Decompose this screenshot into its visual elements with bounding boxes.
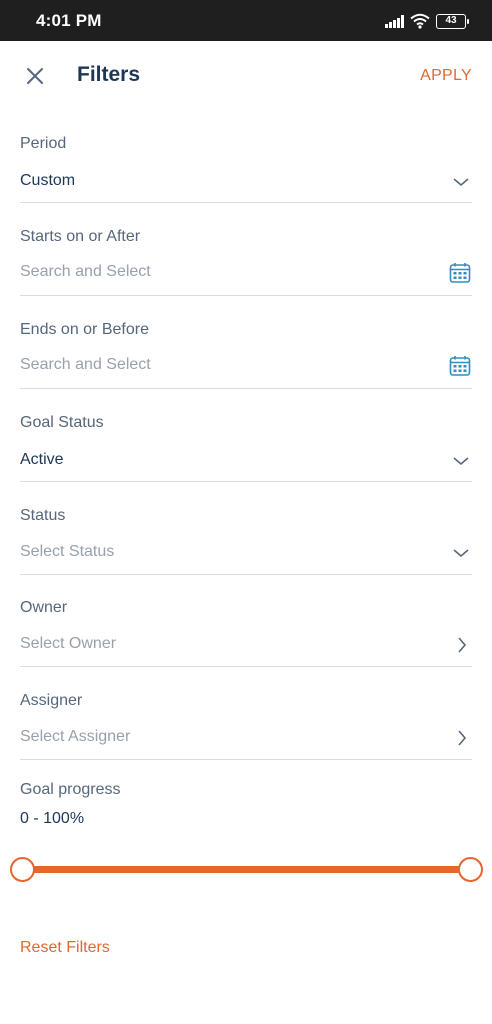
- owner-placeholder: Select Owner: [20, 635, 117, 652]
- page-title: Filters: [77, 63, 141, 86]
- slider-min-handle[interactable]: [10, 857, 35, 882]
- calendar-icon[interactable]: [449, 262, 471, 284]
- starts-placeholder: Search and Select: [20, 263, 151, 280]
- goal-progress-slider-track[interactable]: [22, 866, 471, 873]
- chevron-right-icon: [458, 637, 467, 653]
- starts-on-or-after-field[interactable]: Starts on or After Search and Select: [20, 225, 472, 296]
- assigner-placeholder: Select Assigner: [20, 728, 131, 745]
- chevron-right-icon: [458, 730, 467, 746]
- ends-label: Ends on or Before: [20, 321, 149, 338]
- chevron-down-icon: [453, 549, 469, 558]
- status-icons: 43: [385, 12, 469, 30]
- slider-max-handle[interactable]: [458, 857, 483, 882]
- status-field[interactable]: Status Select Status: [20, 504, 472, 575]
- ends-placeholder: Search and Select: [20, 356, 151, 373]
- close-icon: [27, 68, 43, 84]
- period-field[interactable]: Period Custom: [20, 132, 472, 203]
- period-label: Period: [20, 135, 67, 152]
- wifi-icon: [410, 13, 430, 29]
- chevron-down-icon: [453, 457, 469, 466]
- goal-progress-value: 0 - 100%: [20, 810, 85, 827]
- status-time: 4:01 PM: [36, 11, 102, 30]
- header: Filters APPLY: [0, 41, 492, 113]
- chevron-down-icon: [453, 178, 469, 187]
- battery-icon: 43: [436, 13, 469, 29]
- status-bar: 4:01 PM 43: [0, 0, 492, 41]
- goal-status-field[interactable]: Goal Status Active: [20, 411, 472, 482]
- status-placeholder: Select Status: [20, 543, 115, 560]
- ends-on-or-before-field[interactable]: Ends on or Before Search and Select: [20, 318, 472, 389]
- status-label: Status: [20, 507, 66, 524]
- owner-label: Owner: [20, 599, 68, 616]
- apply-button[interactable]: APPLY: [420, 67, 472, 85]
- goal-progress-label: Goal progress: [20, 781, 121, 798]
- period-value: Custom: [20, 172, 76, 189]
- reset-filters-button[interactable]: Reset Filters: [20, 939, 110, 957]
- goal-status-label: Goal Status: [20, 414, 104, 431]
- goal-status-value: Active: [20, 451, 64, 468]
- starts-label: Starts on or After: [20, 228, 141, 245]
- close-button[interactable]: [22, 63, 48, 89]
- calendar-icon[interactable]: [449, 355, 471, 377]
- owner-field[interactable]: Owner Select Owner: [20, 596, 472, 667]
- assigner-field[interactable]: Assigner Select Assigner: [20, 689, 472, 760]
- assigner-label: Assigner: [20, 692, 83, 709]
- signal-icon: [385, 14, 404, 28]
